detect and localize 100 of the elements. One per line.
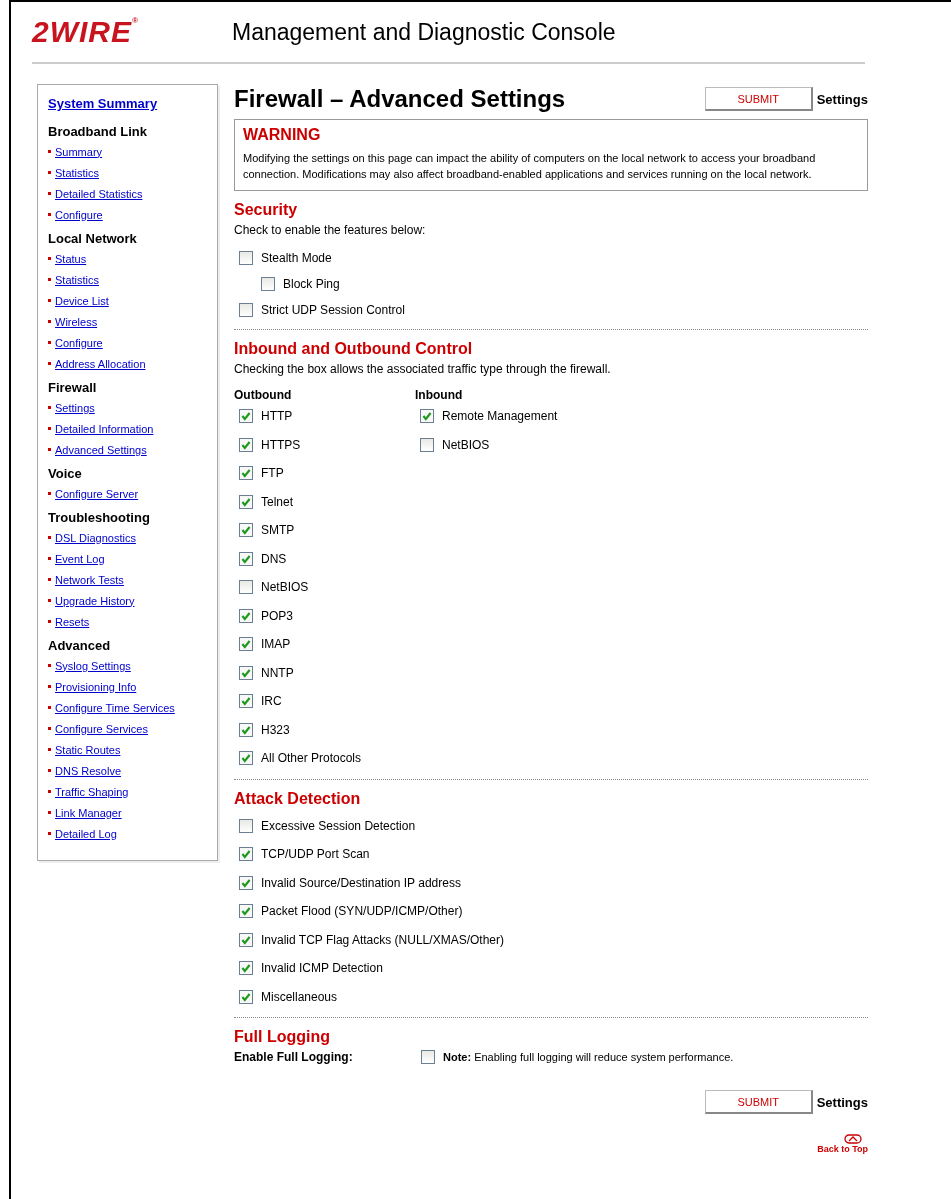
sidebar-link[interactable]: Status: [55, 252, 87, 265]
bullet-icon: [48, 150, 51, 153]
bullet-icon: [48, 620, 51, 623]
section-title: Attack Detection: [234, 789, 362, 808]
checkbox[interactable]: [239, 551, 253, 566]
checkbox-label: NetBIOS: [442, 437, 490, 452]
checkbox[interactable]: [239, 303, 253, 317]
sidebar-link[interactable]: DNS Resolve: [55, 764, 122, 777]
sidebar-link[interactable]: Traffic Shaping: [55, 785, 129, 798]
sidebar-link[interactable]: Device List: [55, 294, 109, 307]
bullet-icon: [48, 706, 51, 709]
console-title: Management and Diagnostic Console: [232, 18, 616, 46]
bullet-icon: [48, 320, 51, 323]
checkbox[interactable]: [239, 608, 253, 623]
sidebar-link[interactable]: Network Tests: [55, 573, 124, 586]
checkbox-label: All Other Protocols: [261, 751, 362, 766]
sidebar-link[interactable]: Event Log: [55, 552, 105, 565]
bullet-icon: [48, 748, 51, 751]
bullet-icon: [48, 769, 51, 772]
checkbox[interactable]: [239, 665, 253, 680]
back-to-top-link[interactable]: Back to Top: [817, 1134, 868, 1154]
submit-button[interactable]: SUBMIT: [704, 87, 813, 111]
checkbox-label: Invalid TCP Flag Attacks (NULL/XMAS/Other): [261, 932, 504, 947]
sidebar-link[interactable]: Statistics: [55, 166, 99, 179]
submit-button[interactable]: SUBMIT: [704, 1090, 813, 1114]
sidebar-link[interactable]: Wireless: [55, 315, 98, 328]
checkbox[interactable]: [239, 437, 253, 452]
checkbox-label: Stealth Mode: [261, 251, 332, 265]
checkbox[interactable]: [239, 523, 253, 538]
sidebar-link[interactable]: Configure Server: [55, 487, 139, 500]
sidebar-link[interactable]: Detailed Statistics: [55, 187, 143, 200]
sidebar-heading: Firewall: [48, 380, 98, 395]
submit-label: Settings: [816, 1094, 868, 1110]
sidebar-link[interactable]: Configure: [55, 208, 103, 221]
sidebar-link[interactable]: Address Allocation: [55, 357, 146, 370]
bullet-icon: [48, 685, 51, 688]
checkbox[interactable]: [239, 989, 253, 1004]
checkbox[interactable]: [239, 904, 253, 919]
checkbox-label: Excessive Session Detection: [261, 818, 416, 833]
checkbox[interactable]: [239, 751, 253, 766]
checkbox-label: NNTP: [261, 665, 294, 680]
checkbox[interactable]: [239, 580, 253, 595]
checkbox[interactable]: [239, 722, 253, 737]
bullet-icon: [48, 406, 51, 409]
checkbox[interactable]: [239, 251, 253, 265]
checkbox[interactable]: [239, 847, 253, 862]
sidebar-link[interactable]: Link Manager: [55, 806, 122, 819]
sidebar-heading: Advanced: [48, 638, 112, 653]
checkbox[interactable]: [239, 466, 253, 481]
sidebar-link[interactable]: Resets: [55, 615, 90, 628]
sidebar-heading: Local Network: [48, 231, 138, 246]
checkbox[interactable]: [420, 409, 434, 424]
checkbox[interactable]: [239, 961, 253, 976]
sidebar-link[interactable]: Upgrade History: [55, 594, 135, 607]
checkbox-label: HTTPS: [261, 437, 301, 452]
checkbox[interactable]: [420, 437, 434, 452]
sidebar-link[interactable]: Static Routes: [55, 743, 121, 756]
sidebar-link[interactable]: Advanced Settings: [55, 443, 147, 456]
sidebar-link[interactable]: Detailed Information: [55, 422, 154, 435]
checkbox[interactable]: [261, 277, 275, 291]
checkbox[interactable]: [239, 932, 253, 947]
section-intro: Check to enable the features below:: [234, 223, 427, 237]
checkbox-label: Miscellaneous: [261, 989, 338, 1004]
checkbox-label: Strict UDP Session Control: [261, 303, 405, 317]
bullet-icon: [48, 557, 51, 560]
sidebar-heading: Voice: [48, 466, 83, 481]
column-heading: Inbound: [415, 388, 464, 402]
field-label: Enable Full Logging:: [234, 1050, 354, 1064]
sidebar-link[interactable]: Detailed Log: [55, 827, 117, 840]
checkbox-label: Block Ping: [283, 277, 340, 291]
checkbox[interactable]: [239, 818, 253, 833]
checkbox-label: Telnet: [261, 494, 294, 509]
sidebar-link[interactable]: Syslog Settings: [55, 659, 131, 672]
section-title: Security: [234, 201, 299, 219]
checkbox[interactable]: [239, 694, 253, 709]
sidebar-link[interactable]: Summary: [55, 145, 103, 158]
page-title: Firewall – Advanced Settings: [234, 85, 566, 113]
checkbox-label: Packet Flood (SYN/UDP/ICMP/Other): [261, 904, 463, 919]
bullet-icon: [48, 536, 51, 539]
sidebar-link[interactable]: System Summary: [48, 96, 210, 111]
sidebar-link[interactable]: Provisioning Info: [55, 680, 137, 693]
sidebar-link[interactable]: Settings: [55, 401, 95, 414]
sidebar-link[interactable]: Configure: [55, 336, 103, 349]
checkbox[interactable]: [421, 1050, 435, 1064]
checkbox-label: TCP/UDP Port Scan: [261, 847, 370, 862]
checkbox-label: DNS: [261, 551, 287, 566]
checkbox-label: NetBIOS: [261, 580, 309, 595]
bullet-icon: [48, 727, 51, 730]
sidebar-link[interactable]: Configure Time Services: [55, 701, 175, 714]
checkbox[interactable]: [239, 875, 253, 890]
checkbox-label: IMAP: [261, 637, 291, 652]
bullet-icon: [48, 832, 51, 835]
checkbox[interactable]: [239, 637, 253, 652]
logo: 2WIRE$^{®}$: [32, 17, 140, 47]
bullet-icon: [48, 362, 51, 365]
sidebar-link[interactable]: Statistics: [55, 273, 99, 286]
sidebar-link[interactable]: Configure Services: [55, 722, 148, 735]
checkbox[interactable]: [239, 409, 253, 424]
sidebar-link[interactable]: DSL Diagnostics: [55, 531, 136, 544]
checkbox[interactable]: [239, 494, 253, 509]
